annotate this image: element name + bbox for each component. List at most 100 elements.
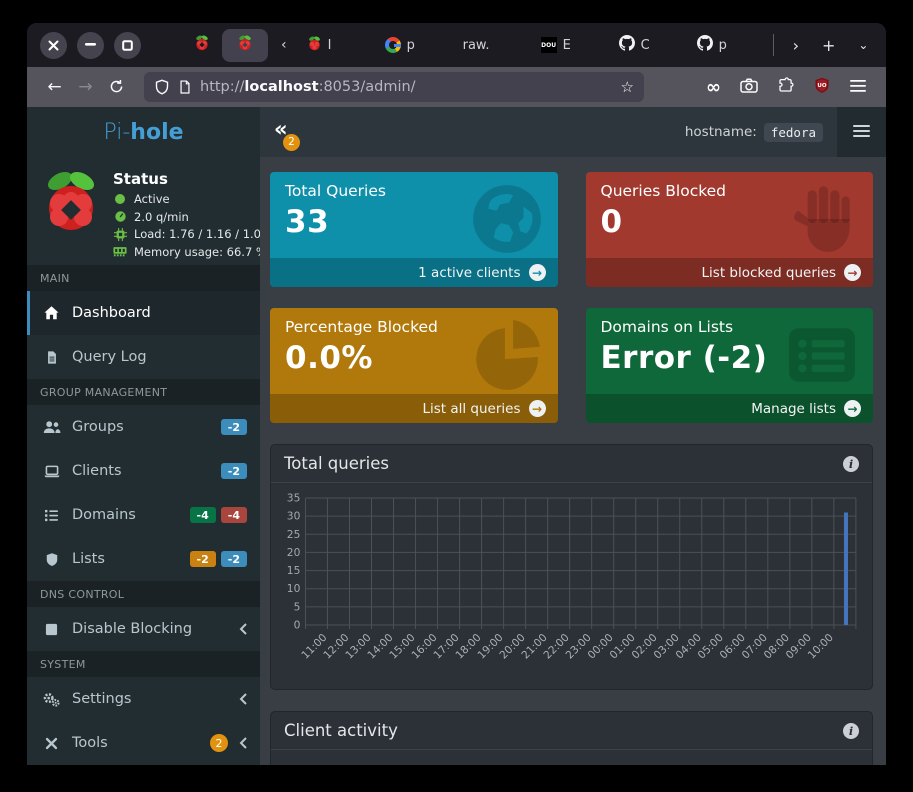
status-block: Status Active 2.0 q/min Load: 1.76 / 1.1… [27,157,260,265]
tab-pihole-other[interactable]: I [300,29,373,62]
sidebar-item-query-log[interactable]: Query Log [27,335,260,379]
card-title: Queries Blocked [601,182,859,200]
tab-raw[interactable]: raw. [456,29,529,62]
sidebar-item-tools[interactable]: Tools 2 [27,721,260,765]
card-link-all-queries[interactable]: List all queries→ [270,394,558,423]
card-value: 0 [601,204,859,240]
status-active: Active [113,192,268,206]
domains-allow-badge: -4 [190,507,216,523]
tab-list-dropdown-icon[interactable]: ⌄ [849,38,877,52]
new-tab-button[interactable]: + [813,36,844,55]
page-info-icon[interactable] [178,79,192,95]
google-favicon [385,37,401,53]
sidebar-item-domains[interactable]: Domains -4-4 [27,493,260,537]
bookmark-star-icon[interactable]: ☆ [621,78,634,96]
extensions-puzzle-icon[interactable] [778,77,794,97]
card-link-manage-lists[interactable]: Manage lists→ [586,394,874,423]
tab-github-1[interactable]: C [612,29,685,62]
tab-github-2[interactable]: p [690,29,763,62]
browser-window: ‹ I p raw. DOUE C p › + ⌄ ← → http://loc… [27,23,886,765]
reload-button[interactable] [101,79,132,96]
tab-pihole-pinned[interactable] [187,35,217,55]
forward-button[interactable]: → [70,79,101,96]
tab-dou[interactable]: DOUE [534,29,607,62]
card-value: 33 [285,204,543,240]
chevron-left-icon [239,623,247,635]
pihole-favicon [237,35,253,55]
info-icon[interactable]: i [843,456,859,472]
sidebar-collapse-button[interactable]: «2 [274,119,288,140]
tab-google[interactable]: p [378,29,451,62]
sidebar-item-lists[interactable]: Lists -2-2 [27,537,260,581]
minimize-button[interactable] [77,32,104,59]
collapse-badge: 2 [283,134,300,151]
svg-text:35: 35 [287,493,301,505]
status-rate: 2.0 q/min [113,210,268,224]
tools-icon [42,736,61,751]
pihole-favicon [194,35,210,55]
pihole-favicon [307,36,322,55]
status-dot-icon [113,193,127,205]
pihole-raspberry-logo [39,170,103,255]
groups-badge: -2 [221,419,247,435]
lists-info-badge: -2 [221,551,247,567]
svg-text:5: 5 [294,601,301,613]
close-button[interactable] [40,32,67,59]
maximize-button[interactable] [114,32,141,59]
card-link-active-clients[interactable]: 1 active clients→ [270,258,558,287]
tab-label: p [719,38,727,53]
sidebar-item-dashboard[interactable]: Dashboard [27,291,260,335]
tab-scroll-right-icon[interactable]: › [784,36,808,55]
card-title: Total Queries [285,182,543,200]
chevron-left-icon [239,693,247,705]
card-link-blocked-queries[interactable]: List blocked queries→ [586,258,874,287]
pihole-menu-icon[interactable] [853,123,870,142]
url-bar[interactable]: http://localhost:8053/admin/ ☆ [144,72,644,102]
status-title: Status [113,170,268,188]
clients-badge: -2 [221,463,247,479]
browser-menu-icon[interactable] [850,78,866,97]
card-value: Error (-2) [601,340,859,376]
sidebar-item-settings[interactable]: Settings [27,677,260,721]
sidebar-item-disable-blocking[interactable]: Disable Blocking [27,607,260,651]
total-queries-panel: Total queriesi 0510152025303511:0012:001… [270,444,873,690]
tab-label: p [407,38,415,53]
dou-favicon: DOU [541,37,557,53]
panel-title: Client activity [284,721,398,740]
pihole-logo[interactable]: Pi-hole [27,107,260,157]
screenshot-camera-icon[interactable] [740,78,758,97]
card-value: 0.0% [285,340,543,376]
client-activity-chart-area [271,750,872,765]
dashboard-content: Total Queries 33 1 active clients→ Querie… [260,157,886,765]
hostname-value: fedora [764,123,823,142]
tab-separator [773,34,774,56]
card-percentage-blocked: Percentage Blocked 0.0% List all queries→ [270,308,558,423]
svg-text:20: 20 [287,547,301,559]
window-controls [40,32,141,59]
users-icon [42,420,61,434]
svg-text:10:00: 10:00 [806,632,836,662]
shield-icon [42,552,61,567]
list-icon [42,509,61,522]
tab-label: C [641,38,650,53]
tab-pihole-active[interactable] [222,29,268,62]
tab-label: raw. [463,38,490,53]
card-title: Domains on Lists [601,318,859,336]
svg-text:0: 0 [294,620,301,632]
info-icon[interactable]: i [843,723,859,739]
shield-permissions-icon[interactable] [154,79,170,95]
file-icon [42,350,61,365]
client-activity-panel: Client activity i [270,711,873,765]
tab-scroll-left-icon[interactable]: ‹ [273,37,295,53]
back-button[interactable]: ← [39,79,70,96]
card-title: Percentage Blocked [285,318,543,336]
url-toolbar: ← → http://localhost:8053/admin/ ☆ ∞ UO [27,67,886,107]
firefox-view-icon[interactable]: ∞ [706,77,720,98]
sidebar-item-groups[interactable]: Groups -2 [27,405,260,449]
sidebar-item-clients[interactable]: Clients -2 [27,449,260,493]
svg-text:UO: UO [817,83,826,89]
gauge-icon [113,210,127,223]
chevron-left-icon [239,737,247,749]
ublock-origin-icon[interactable]: UO [814,77,830,97]
tab-label: I [328,38,332,53]
